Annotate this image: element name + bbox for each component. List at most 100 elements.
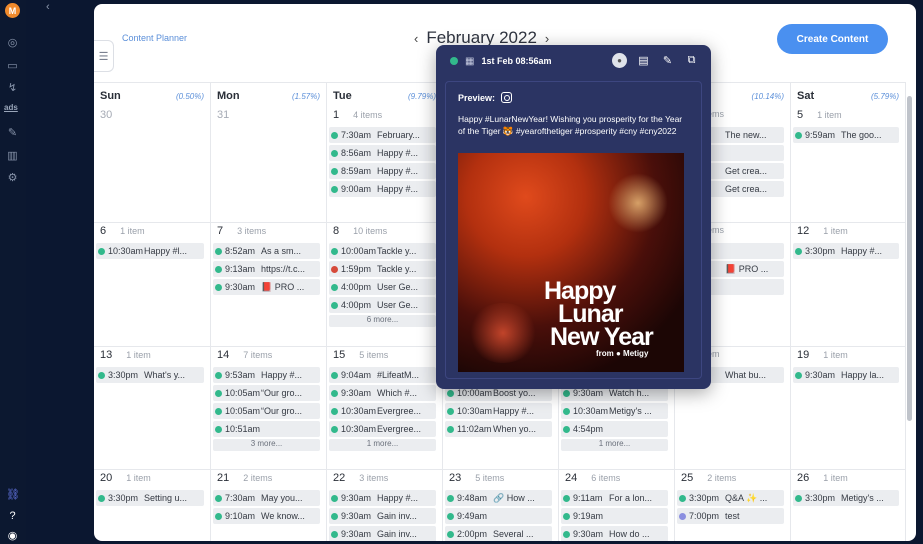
content-planner-link[interactable]: Content Planner: [122, 33, 187, 43]
calendar-event[interactable]: 3:30pm Setting u...: [96, 490, 204, 506]
calendar-event[interactable]: 8:52am As a sm...: [213, 243, 320, 259]
calendar-event[interactable]: 3:30pm Happy #...: [793, 243, 899, 259]
day-cell[interactable]: 26 1 item 3:30pm Metigy's ...: [791, 470, 906, 541]
event-title: Happy #...: [841, 246, 883, 256]
day-cell[interactable]: Tue (9.79%) 1 4 items 7:30am February... 8:56a…: [327, 83, 443, 223]
day-cell[interactable]: 15 5 items 9:04am #LifeatM... 9:30am Which #.…: [327, 347, 443, 470]
day-cell[interactable]: 20 1 item 3:30pm Setting u...: [94, 470, 211, 541]
next-month-button[interactable]: ›: [545, 31, 549, 46]
calendar-event[interactable]: 10:30am Evergree...: [329, 403, 436, 419]
more-link[interactable]: 1 more...: [561, 439, 668, 451]
calendar-event[interactable]: 10:05am “Our gro...: [213, 385, 320, 401]
day-cell[interactable]: 12 1 item 3:30pm Happy #...: [791, 223, 906, 347]
calendar-event[interactable]: 4:54pm: [561, 421, 668, 437]
calendar-event[interactable]: 10:30am Metigy's ...: [561, 403, 668, 419]
settings-icon[interactable]: ⚙: [6, 172, 19, 185]
calendar-event[interactable]: 9:04am #LifeatM...: [329, 367, 436, 383]
post-caption: Happy #LunarNewYear! Wishing you prosper…: [458, 114, 683, 136]
day-cell[interactable]: 22 3 items 9:30am Happy #... 9:30am Gain inv.…: [327, 470, 443, 541]
route-icon[interactable]: ↯: [6, 82, 19, 95]
calendar-event[interactable]: 7:00pm test: [677, 508, 784, 524]
day-cell[interactable]: 25 2 items 3:30pm Q&A ✨ ... 7:00pm test: [675, 470, 791, 541]
calendar-event[interactable]: 9:49am: [445, 508, 552, 524]
calendar-event[interactable]: 9:30am How do ...: [561, 526, 668, 541]
filter-button[interactable]: ☰: [94, 40, 114, 72]
document-icon[interactable]: ▤: [636, 53, 651, 68]
link-icon[interactable]: ⛓: [6, 489, 20, 502]
calendar-event[interactable]: 9:30am 📕 PRO ...: [213, 279, 320, 295]
calendar-event[interactable]: 9:30am Happy la...: [793, 367, 899, 383]
calendar-event[interactable]: 2:00pm Several ...: [445, 526, 552, 541]
calendar-event[interactable]: 9:00am Happy #...: [329, 181, 436, 197]
calendar-event[interactable]: 9:30am Happy #...: [329, 490, 436, 506]
calendar-event[interactable]: 8:59am Happy #...: [329, 163, 436, 179]
event-time: 9:30am: [573, 529, 604, 539]
calendar-event[interactable]: 3:30pm Q&A ✨ ...: [677, 490, 784, 506]
calendar-event[interactable]: 10:30am Happy #...: [445, 403, 552, 419]
calendar-event[interactable]: 10:00am Tackle y...: [329, 243, 436, 259]
calendar-event[interactable]: 9:30am Gain inv...: [329, 526, 436, 541]
calendar-event[interactable]: 3:30pm Metigy's ...: [793, 490, 899, 506]
edit-icon[interactable]: ✎: [660, 53, 675, 68]
target-icon[interactable]: ◎: [6, 37, 19, 50]
day-cell[interactable]: 14 7 items 9:53am Happy #... 10:05am “Our gro…: [211, 347, 327, 470]
avatar[interactable]: ●: [612, 53, 627, 68]
calendar-event[interactable]: 9:59am The goo...: [793, 127, 899, 143]
user-icon[interactable]: ◉: [6, 530, 19, 543]
brush-icon[interactable]: ✎: [6, 127, 19, 140]
event-time: 9:04am: [341, 370, 372, 380]
app-logo[interactable]: M: [5, 3, 20, 18]
calendar-event[interactable]: 4:00pm User Ge...: [329, 297, 436, 313]
calendar-event[interactable]: 10:30am Happy #l...: [96, 243, 204, 259]
calendar-event[interactable]: 9:13am https://t.c...: [213, 261, 320, 277]
status-dot: [331, 425, 338, 433]
collapse-sidebar-icon[interactable]: ‹: [46, 1, 50, 13]
calendar-event[interactable]: 8:56am Happy #...: [329, 145, 436, 161]
item-count: 1 item: [817, 110, 842, 120]
calendar-event[interactable]: 11:02am When yo...: [445, 421, 552, 437]
calendar-event[interactable]: 10:51am: [213, 421, 320, 437]
day-cell[interactable]: Sat (5.79%) 5 1 item 9:59am The goo...: [791, 83, 906, 223]
day-cell[interactable]: 13 1 item 3:30pm What's y...: [94, 347, 211, 470]
day-cell[interactable]: 23 5 items 9:48am 🔗 How ... 9:49am 2:00pm Seve…: [443, 470, 559, 541]
day-cell[interactable]: Sun (0.50%) 30: [94, 83, 211, 223]
event-title: Happy #...: [377, 148, 419, 158]
calendar-icon[interactable]: ▭: [6, 60, 19, 73]
calendar-event[interactable]: 9:48am 🔗 How ...: [445, 490, 552, 506]
day-cell[interactable]: Mon (1.57%) 31: [211, 83, 327, 223]
day-cell[interactable]: 7 3 items 8:52am As a sm... 9:13am https://t.…: [211, 223, 327, 347]
day-cell[interactable]: 21 2 items 7:30am May you... 9:10am We know..…: [211, 470, 327, 541]
day-cell[interactable]: 6 1 item 10:30am Happy #l...: [94, 223, 211, 347]
calendar-event[interactable]: 9:19am: [561, 508, 668, 524]
open-external-icon[interactable]: ⧉: [684, 53, 699, 68]
more-link[interactable]: 1 more...: [329, 439, 436, 451]
calendar-event[interactable]: 7:30am February...: [329, 127, 436, 143]
calendar-event[interactable]: 10:30am Evergree...: [329, 421, 436, 437]
day-number: 6: [100, 225, 107, 237]
help-icon[interactable]: ?: [6, 510, 19, 523]
create-content-button[interactable]: Create Content: [777, 24, 888, 54]
more-link[interactable]: 6 more...: [329, 315, 436, 327]
ads-icon[interactable]: ads: [4, 103, 18, 112]
calendar-event[interactable]: 10:05am “Our gro...: [213, 403, 320, 419]
calendar-event[interactable]: 9:10am We know...: [213, 508, 320, 524]
day-cell[interactable]: 19 1 item 9:30am Happy la...: [791, 347, 906, 470]
calendar-event[interactable]: 1:59pm Tackle y...: [329, 261, 436, 277]
event-title: User Ge...: [377, 300, 419, 310]
calendar-event[interactable]: 7:30am May you...: [213, 490, 320, 506]
calendar-event[interactable]: 9:53am Happy #...: [213, 367, 320, 383]
scrollbar[interactable]: [907, 96, 912, 421]
event-time: 1:59pm: [341, 264, 372, 274]
preview-text: Preview:: [458, 92, 496, 103]
day-cell[interactable]: 8 10 items 10:00am Tackle y... 1:59pm Tackle …: [327, 223, 443, 347]
bar-chart-icon[interactable]: ▥: [6, 150, 19, 163]
calendar-event[interactable]: 9:30am Gain inv...: [329, 508, 436, 524]
calendar-event[interactable]: 9:11am For a lon...: [561, 490, 668, 506]
prev-month-button[interactable]: ‹: [414, 31, 418, 46]
calendar-event[interactable]: 9:30am Which #...: [329, 385, 436, 401]
event-title: May you...: [261, 493, 303, 503]
day-cell[interactable]: 24 6 items 9:11am For a lon... 9:19am 9:30am H…: [559, 470, 675, 541]
calendar-event[interactable]: 4:00pm User Ge...: [329, 279, 436, 295]
more-link[interactable]: 3 more...: [213, 439, 320, 451]
calendar-event[interactable]: 3:30pm What's y...: [96, 367, 204, 383]
